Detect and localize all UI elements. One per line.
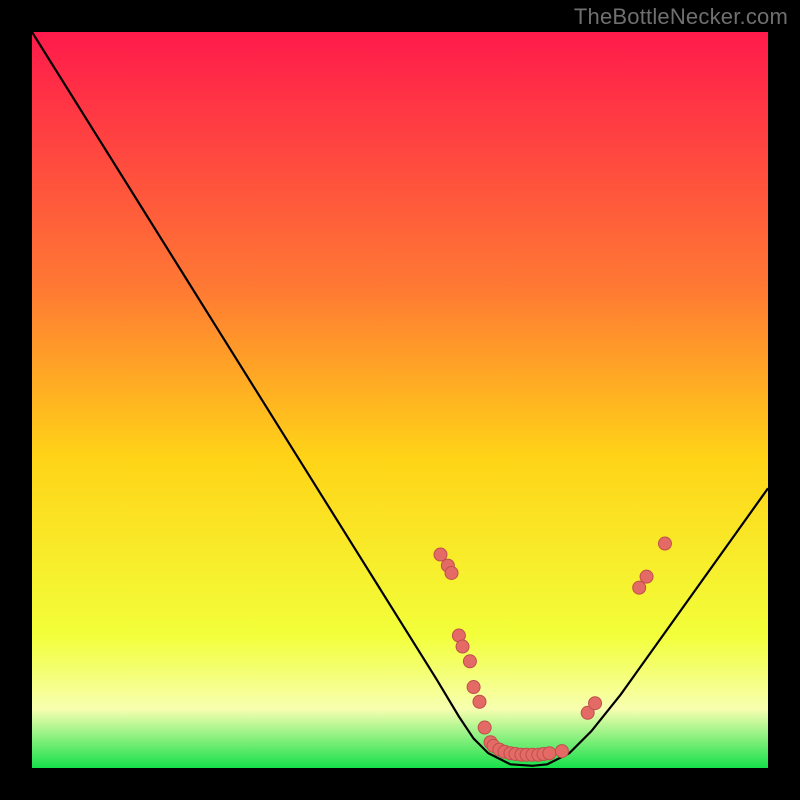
- data-point: [473, 695, 486, 708]
- data-point: [640, 570, 653, 583]
- gradient-background: [32, 32, 768, 768]
- data-point: [633, 581, 646, 594]
- data-point: [463, 655, 476, 668]
- data-point: [589, 697, 602, 710]
- data-point: [543, 747, 556, 760]
- data-point: [456, 640, 469, 653]
- data-point: [467, 681, 480, 694]
- data-point: [555, 745, 568, 758]
- data-point: [658, 537, 671, 550]
- chart-stage: TheBottleNecker.com: [0, 0, 800, 800]
- plot-area: [32, 32, 768, 768]
- data-point: [478, 721, 491, 734]
- attribution-watermark: TheBottleNecker.com: [574, 4, 788, 30]
- data-point: [434, 548, 447, 561]
- data-point: [445, 566, 458, 579]
- plot-svg: [32, 32, 768, 768]
